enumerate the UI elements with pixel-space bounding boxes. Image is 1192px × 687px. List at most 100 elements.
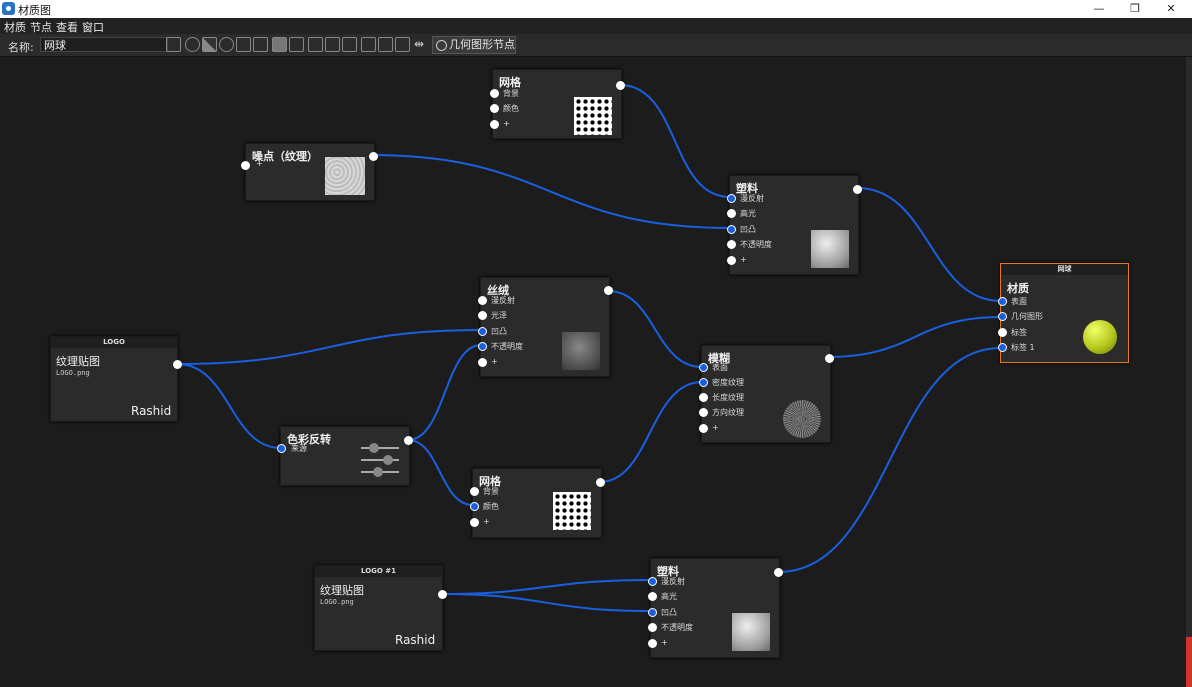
port-in[interactable]	[998, 297, 1007, 306]
port-out[interactable]	[369, 152, 378, 161]
menu-bar: 材质 节点 查看 窗口	[0, 18, 1192, 34]
fit-icon[interactable]	[378, 37, 393, 52]
port-out[interactable]	[173, 360, 182, 369]
port-out[interactable]	[616, 81, 625, 90]
nodes-icon[interactable]	[325, 37, 340, 52]
port-out[interactable]	[596, 478, 605, 487]
port-out[interactable]	[404, 436, 413, 445]
port-in[interactable]	[478, 311, 487, 320]
wire	[856, 187, 1002, 302]
port-out[interactable]	[604, 286, 613, 295]
port-in[interactable]	[699, 393, 708, 402]
name-input[interactable]	[40, 37, 168, 52]
menu-window[interactable]: 窗口	[82, 19, 104, 35]
port-out[interactable]	[853, 185, 862, 194]
color-invert-node[interactable]: 色彩反转 来源	[277, 426, 413, 486]
port-in[interactable]	[699, 363, 708, 372]
node-canvas[interactable]: 网格 背景 颜色 + 噪点（纹理） + 塑料 漫反射 高光 凹凸 不透明度 + …	[0, 57, 1192, 671]
minimize-button[interactable]: —	[1086, 1, 1112, 17]
velvet-preview	[562, 332, 600, 370]
close-button[interactable]: ✕	[1158, 1, 1184, 17]
port-out[interactable]	[438, 590, 447, 599]
port-out[interactable]	[825, 354, 834, 363]
port-label: +	[712, 423, 719, 432]
port-in[interactable]	[648, 639, 657, 648]
add-node-icon[interactable]	[308, 37, 323, 52]
port-in[interactable]	[490, 89, 499, 98]
port-in[interactable]	[241, 161, 250, 170]
port-in[interactable]	[490, 120, 499, 129]
menu-material[interactable]: 材质	[4, 19, 26, 35]
port-in[interactable]	[648, 623, 657, 632]
scrollbar-thumb[interactable]	[1186, 637, 1192, 687]
port-in[interactable]	[727, 256, 736, 265]
copy-icon[interactable]	[272, 37, 287, 52]
lock-icon[interactable]	[253, 37, 268, 52]
port-label: 不透明度	[661, 623, 693, 632]
port-label: 来源	[291, 444, 307, 453]
port-in[interactable]	[470, 518, 479, 527]
window-title: 材质图	[18, 4, 51, 17]
velvet-node[interactable]: 丝绒 漫反射 光泽 凹凸 不透明度 +	[478, 277, 613, 377]
checker-icon[interactable]	[202, 37, 217, 52]
mesh-node-top[interactable]: 网格 背景 颜色 +	[490, 69, 625, 139]
wire	[371, 154, 731, 229]
logo-preview: Rashid	[395, 633, 436, 647]
port-in[interactable]	[648, 608, 657, 617]
port-in[interactable]	[478, 358, 487, 367]
restore-button[interactable]: ❐	[1122, 1, 1148, 17]
port-in[interactable]	[648, 577, 657, 586]
port-in[interactable]	[478, 342, 487, 351]
port-label: 背景	[503, 89, 519, 98]
node-header: LOGO	[51, 337, 177, 348]
noise-node[interactable]: 噪点（纹理） +	[241, 143, 378, 201]
port-in[interactable]	[998, 312, 1007, 321]
port-in[interactable]	[727, 194, 736, 203]
port-in[interactable]	[727, 240, 736, 249]
port-in[interactable]	[277, 444, 286, 453]
plastic-node-bottom[interactable]: 塑料 漫反射 高光 凹凸 不透明度 +	[648, 558, 783, 658]
port-in[interactable]	[727, 225, 736, 234]
port-in[interactable]	[998, 343, 1007, 352]
menu-node[interactable]: 节点	[30, 19, 52, 35]
port-in[interactable]	[699, 424, 708, 433]
delete-icon[interactable]	[289, 37, 304, 52]
port-in[interactable]	[699, 408, 708, 417]
port-in[interactable]	[490, 104, 499, 113]
plastic-node-top[interactable]: 塑料 漫反射 高光 凹凸 不透明度 +	[727, 175, 862, 275]
vertical-scrollbar[interactable]	[1186, 57, 1192, 687]
geometry-node-button[interactable]: 几何图形节点	[432, 36, 516, 54]
port-in[interactable]	[478, 296, 487, 305]
node-title: 材质	[1007, 282, 1029, 295]
port-in[interactable]	[470, 487, 479, 496]
material-node-tennis[interactable]: 网球 材质 表面 几何图形 标签 标签 1	[998, 263, 1129, 363]
sphere-icon[interactable]	[185, 37, 200, 52]
port-in[interactable]	[478, 327, 487, 336]
port-in[interactable]	[998, 328, 1007, 337]
port-in[interactable]	[699, 378, 708, 387]
port-label: 漫反射	[661, 577, 685, 586]
blur-node[interactable]: 模糊 表面 密度纹理 长度纹理 方向纹理 +	[699, 345, 834, 443]
play-icon[interactable]	[219, 37, 234, 52]
port-in[interactable]	[470, 502, 479, 511]
geometry-icon	[436, 40, 447, 51]
port-in[interactable]	[648, 592, 657, 601]
port-in[interactable]	[727, 209, 736, 218]
mesh-node-bottom[interactable]: 网格 背景 颜色 +	[470, 468, 605, 538]
arrange-icon[interactable]: ⇹	[414, 37, 429, 52]
port-out[interactable]	[774, 568, 783, 577]
sliders-icon[interactable]	[236, 37, 251, 52]
menu-view[interactable]: 查看	[56, 19, 78, 35]
save-icon[interactable]	[166, 37, 181, 52]
texture-logo-node[interactable]: LOGO 纹理贴图 LOGO.png Rashid	[50, 336, 182, 422]
node-title: 纹理贴图	[56, 355, 100, 368]
port-label: 颜色	[483, 502, 499, 511]
texture-logo1-node[interactable]: LOGO #1 纹理贴图 LOGO.png Rashid	[314, 565, 447, 651]
port-label: +	[740, 255, 747, 264]
port-label: 不透明度	[740, 240, 772, 249]
wire	[607, 290, 703, 368]
port-label: 几何图形	[1011, 312, 1043, 321]
link-icon[interactable]	[342, 37, 357, 52]
zoom-icon[interactable]	[395, 37, 410, 52]
layout-icon[interactable]	[361, 37, 376, 52]
